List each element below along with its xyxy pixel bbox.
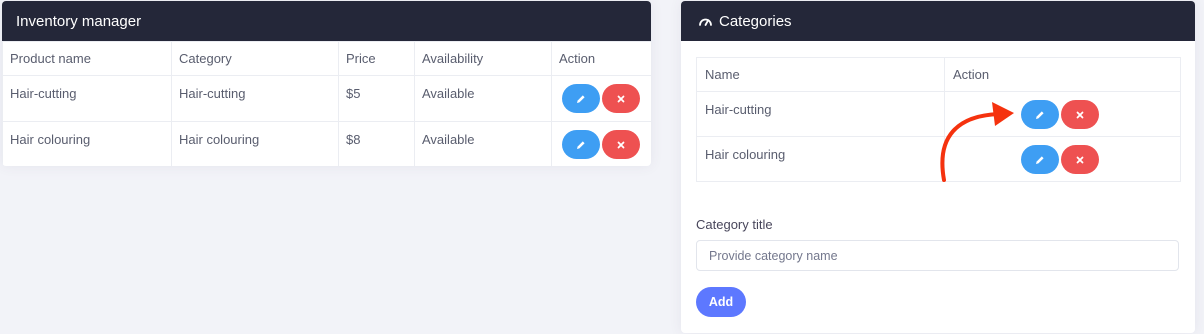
inventory-manager-card: Inventory manager Product name Category …: [2, 1, 651, 166]
column-header-price: Price: [338, 41, 415, 76]
pencil-icon: [1036, 155, 1044, 164]
column-header-product-name: Product name: [2, 41, 172, 76]
table-row: Hair-cutting Hair-cutting $5 Available: [2, 75, 651, 122]
delete-product-button[interactable]: [602, 84, 640, 113]
product-name-cell: Hair-cutting: [2, 75, 172, 122]
close-icon: [1076, 156, 1084, 163]
availability-cell: Available: [414, 121, 552, 166]
delete-category-button[interactable]: [1061, 100, 1099, 129]
table-row: Hair colouring Hair colouring $8 Availab…: [2, 121, 651, 166]
delete-category-button[interactable]: [1061, 145, 1099, 174]
close-icon: [617, 95, 625, 102]
edit-category-button[interactable]: [1021, 145, 1059, 174]
table-header-row: Product name Category Price Availability…: [2, 41, 651, 76]
category-cell: Hair colouring: [171, 121, 339, 166]
categories-title: Categories: [719, 12, 792, 30]
action-cell: [551, 121, 651, 166]
availability-cell: Available: [414, 75, 552, 122]
category-name-cell: Hair colouring: [696, 136, 945, 182]
inventory-table: Product name Category Price Availability…: [2, 41, 651, 166]
category-name-input[interactable]: [696, 240, 1179, 271]
pencil-icon: [577, 140, 585, 149]
category-title-label: Category title: [696, 217, 773, 232]
speedometer-icon: [698, 15, 713, 27]
inventory-title: Inventory manager: [16, 12, 142, 30]
red-arrow-annotation: [940, 102, 1014, 182]
table-header-row: Name Action: [696, 57, 1181, 92]
category-cell: Hair-cutting: [171, 75, 339, 122]
column-header-category: Category: [171, 41, 339, 76]
pencil-icon: [577, 94, 585, 103]
delete-product-button[interactable]: [602, 130, 640, 159]
price-cell: $8: [338, 121, 415, 166]
close-icon: [1076, 111, 1084, 118]
edit-product-button[interactable]: [562, 84, 600, 113]
column-header-name: Name: [696, 57, 945, 92]
categories-card-header: Categories: [681, 1, 1195, 41]
column-header-action: Action: [551, 41, 651, 76]
edit-product-button[interactable]: [562, 130, 600, 159]
edit-category-button[interactable]: [1021, 100, 1059, 129]
close-icon: [617, 141, 625, 148]
column-header-action: Action: [944, 57, 1181, 92]
add-category-button[interactable]: Add: [696, 287, 746, 317]
category-name-cell: Hair-cutting: [696, 91, 945, 137]
action-cell: [551, 75, 651, 122]
pencil-icon: [1036, 110, 1044, 119]
column-header-availability: Availability: [414, 41, 552, 76]
product-name-cell: Hair colouring: [2, 121, 172, 166]
price-cell: $5: [338, 75, 415, 122]
inventory-card-header: Inventory manager: [2, 1, 651, 41]
